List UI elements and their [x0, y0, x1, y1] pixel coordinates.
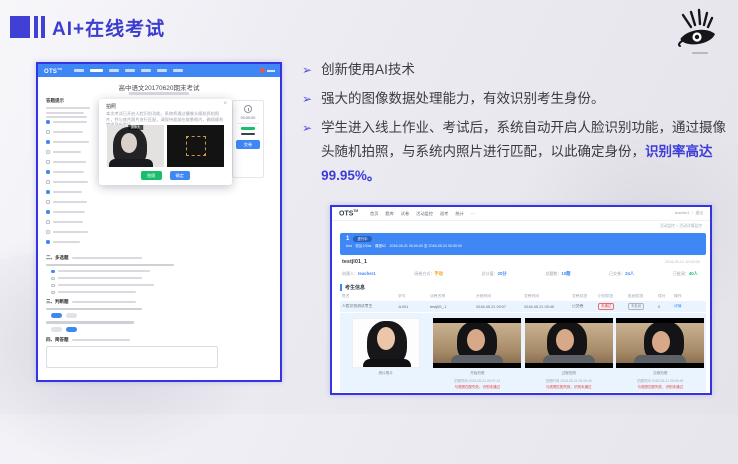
nav-more[interactable]: ··· [471, 211, 475, 217]
arrow-bullet-icon: ➢ [302, 58, 312, 82]
photo-caption: 底片照片 [379, 371, 393, 376]
banner-index: 1 [346, 236, 349, 242]
webcam-capture-photo[interactable] [525, 318, 613, 368]
user-menu[interactable]: teacher1 ｜ 退出 [675, 211, 703, 216]
bullet-text: 学生进入线上作业、考试后，系统自动开启人脸识别功能，通过摄像头随机拍照，与系统内… [321, 116, 732, 188]
ots-logo: OTSTM [44, 67, 62, 75]
webcam-preview-photo: 摄像头 [107, 125, 164, 167]
arrow-bullet-icon: ➢ [302, 87, 312, 111]
face-reticle-icon [186, 136, 206, 156]
photo-time: 拍照时间 2018-05-21 09:25:40 [546, 378, 592, 383]
false-toggle[interactable] [66, 313, 77, 318]
bullet-list: ➢ 创新使用AI技术 ➢ 强大的图像数据处理能力，有效识别考生身份。 ➢ 学生进… [302, 58, 732, 193]
section-header: 二、多选题 [46, 255, 69, 261]
portrait-face [121, 133, 137, 153]
bullet-item: ➢ 创新使用AI技术 [302, 58, 732, 82]
option-radio[interactable] [51, 291, 226, 295]
webcam-capture-photo[interactable] [433, 318, 521, 368]
detail-link[interactable]: 详情 [674, 304, 682, 308]
exam-page-screenshot: OTSTM 高中语文20170620期末考试 00:00:00 交卷 答题提示 [36, 62, 282, 382]
nav-item[interactable]: 首页 [370, 211, 378, 217]
nav-item[interactable]: 活动监控 [416, 211, 433, 217]
logo-caption-mark [692, 52, 708, 54]
arrow-bullet-icon: ➢ [302, 116, 312, 188]
exam-nav[interactable] [74, 69, 183, 72]
option-radio[interactable] [51, 270, 226, 274]
face-photo-strip: 底片照片 开始拍照 拍照时间 2018-05-21 09:07:12 与底照匹配… [340, 313, 706, 392]
photo-time: 拍照时间 2018-05-21 09:45:36 [637, 378, 683, 383]
exam-user-menu[interactable] [260, 68, 275, 73]
answered-progress-bar [241, 127, 255, 130]
true-toggle[interactable] [51, 313, 62, 318]
match-fail-alert[interactable]: 与底照匹配失败，识别未通过 [638, 385, 684, 390]
photo-card-capture: 交卷拍照 拍照时间 2018-05-21 09:45:36 与底照匹配失败，识别… [616, 318, 704, 390]
clock-icon [244, 105, 252, 113]
table-row[interactable]: 人脸识别测试考生 JL001 testjl01_1 2018-05-21 09:… [340, 301, 706, 312]
nav-item[interactable]: 题库 [385, 211, 393, 217]
monitor-page-screenshot: OTSTM 首页 题库 试卷 活动监控 巡考 统计 ··· teacher1 ｜… [330, 205, 712, 395]
exam-subtitle-placeholder [129, 92, 189, 95]
stats-row: 创建人：teacher1 阅卷方式：手动 总分值：20分 总题数：10题 已交卷… [342, 271, 698, 277]
page-title: AI+在线考试 [52, 14, 165, 41]
camera-label: 摄像头 [128, 125, 144, 130]
notice-title: 答题提示 [46, 98, 96, 104]
exam-notice-panel: 答题提示 [46, 98, 96, 121]
capture-photo-button[interactable]: 拍照 [141, 171, 161, 180]
monitor-app-header: OTSTM 首页 题库 试卷 活动监控 巡考 统计 ··· teacher1 ｜… [332, 207, 710, 221]
match-fail-alert[interactable]: 与底照匹配失败，识别未通过 [546, 385, 592, 390]
section-header: 四、简答题 [46, 337, 69, 343]
title-accent-square [10, 16, 30, 38]
portrait-body [109, 159, 153, 167]
photo-card-capture: 开始拍照 拍照时间 2018-05-21 09:07:12 与底照匹配失败，识别… [433, 318, 521, 390]
option-radio[interactable] [51, 284, 226, 288]
bullet-item: ➢ 学生进入线上作业、考试后，系统自动开启人脸识别功能，通过摄像头随机拍照，与系… [302, 116, 732, 188]
close-icon[interactable]: × [223, 101, 227, 107]
capture-frame-panel [167, 125, 224, 167]
nav-item[interactable]: 试卷 [401, 211, 409, 217]
nav-item[interactable]: 统计 [455, 211, 463, 217]
exam-title: 高中语文20170620期末考试 [38, 82, 280, 92]
ots-logo: OTSTM [339, 209, 358, 217]
photo-time: 拍照时间 2018-05-21 09:07:12 [454, 378, 500, 383]
answer-textarea[interactable] [46, 346, 218, 368]
confirm-button[interactable]: 确定 [170, 171, 190, 180]
nav-item[interactable]: 巡考 [440, 211, 448, 217]
status-badge: 进行中 [353, 236, 371, 242]
review-status-badge: 未批阅 [628, 303, 644, 311]
title-accent-bar [34, 16, 38, 38]
true-toggle[interactable] [51, 327, 62, 332]
option-radio[interactable] [51, 277, 226, 281]
submit-exam-button[interactable]: 交卷 [236, 140, 260, 149]
reference-id-photo[interactable] [352, 318, 420, 368]
photo-card-capture: 过程拍照 拍照时间 2018-05-21 09:25:40 与底照匹配失败，识别… [525, 318, 613, 390]
answer-card-bar [241, 133, 255, 136]
modal-title: 拍照 [106, 103, 116, 110]
timer-value: 00:00:00 [241, 116, 256, 120]
exam-app-header: OTSTM [38, 64, 280, 77]
question-sections: 二、多选题 三、判断题 四、简答题 [46, 250, 226, 368]
banner-info: test 校区100w 课程62 2018-05-21 00:00:00 至 2… [346, 244, 700, 249]
table-header: 姓名 学号 试卷名称 开始时间 交卷时间 交卷状态 识别状态 批阅状态 得分 操… [340, 294, 706, 299]
paper-time: 2018-05-21 10:00:00 [665, 260, 700, 264]
question-list-partial [46, 120, 96, 250]
monitor-nav: 首页 题库 试卷 活动监控 巡考 统计 ··· [370, 211, 475, 217]
face-capture-modal: 拍照 × 本次考试已开启人脸识别功能，系统将通过摄像头随机抓拍照片，并与底片照片… [99, 99, 232, 185]
section-header: 三、判断题 [46, 299, 69, 305]
paper-name: testjl01_1 [342, 259, 367, 265]
title-accent-bar [41, 16, 45, 38]
exam-timer-panel: 00:00:00 交卷 [232, 100, 264, 178]
breadcrumb: 活动监控 > 活动详情监控 [660, 224, 702, 229]
avatar [260, 68, 265, 73]
bullet-item: ➢ 强大的图像数据处理能力，有效识别考生身份。 [302, 87, 732, 111]
photo-card-reference: 底片照片 [342, 318, 430, 376]
exam-banner: 1 进行中 test 校区100w 课程62 2018-05-21 00:00:… [340, 233, 706, 255]
bullet-text: 强大的图像数据处理能力，有效识别考生身份。 [321, 87, 605, 111]
false-toggle[interactable] [66, 327, 77, 332]
webcam-capture-photo[interactable] [616, 318, 704, 368]
match-fail-alert[interactable]: 与底照匹配失败，识别未通过 [455, 385, 501, 390]
section-title: 考生信息 [340, 284, 365, 291]
recognition-status-badge: 未通过 [598, 303, 614, 311]
eye-hand-logo-icon [676, 8, 720, 56]
bullet-text: 创新使用AI技术 [321, 58, 415, 82]
